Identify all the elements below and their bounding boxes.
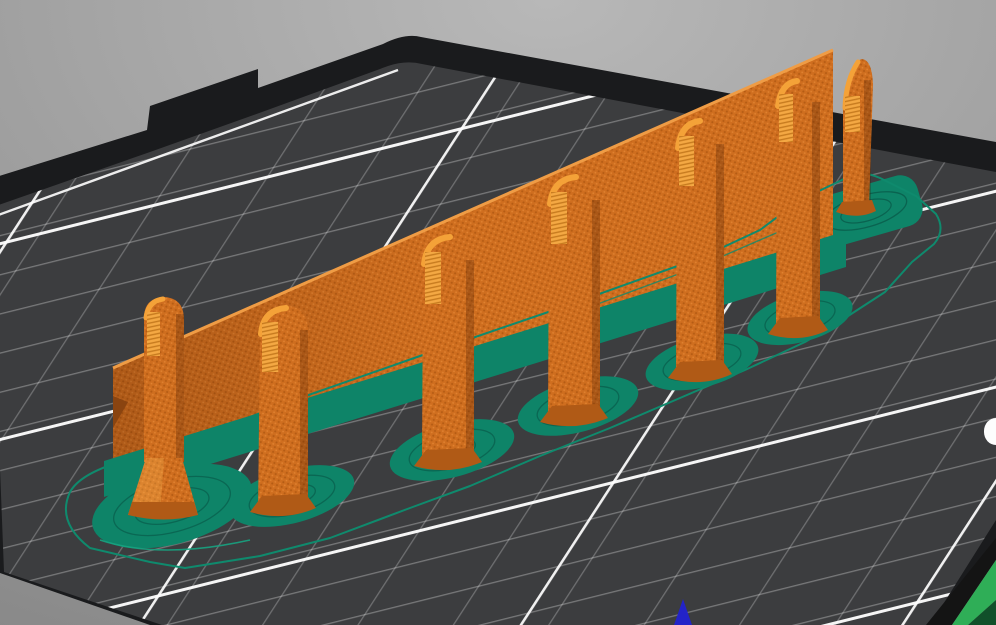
buttress[interactable] xyxy=(540,175,608,426)
viewport-3d[interactable] xyxy=(0,0,996,625)
buttress[interactable] xyxy=(414,235,482,470)
buttress[interactable] xyxy=(668,119,732,382)
buttress[interactable] xyxy=(768,79,828,338)
